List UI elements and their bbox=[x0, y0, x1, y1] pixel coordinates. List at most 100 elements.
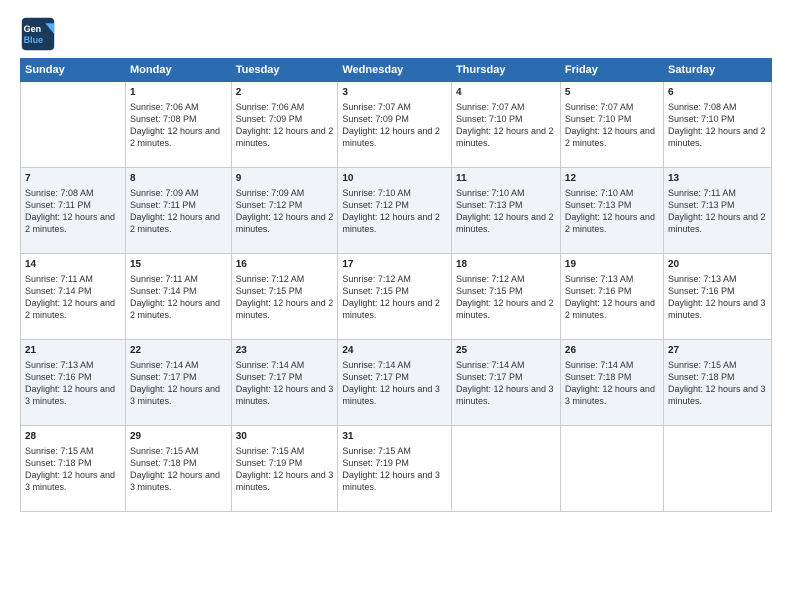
day-info: Sunrise: 7:07 AM Sunset: 7:10 PM Dayligh… bbox=[456, 101, 556, 150]
svg-text:Blue: Blue bbox=[24, 35, 44, 45]
day-info: Sunrise: 7:12 AM Sunset: 7:15 PM Dayligh… bbox=[342, 273, 447, 322]
day-info: Sunrise: 7:14 AM Sunset: 7:17 PM Dayligh… bbox=[236, 359, 334, 408]
day-number: 1 bbox=[130, 86, 227, 100]
day-number: 10 bbox=[342, 172, 447, 186]
day-number: 5 bbox=[565, 86, 659, 100]
calendar-cell: 20Sunrise: 7:13 AM Sunset: 7:16 PM Dayli… bbox=[663, 254, 771, 340]
day-number: 29 bbox=[130, 430, 227, 444]
calendar-cell: 3Sunrise: 7:07 AM Sunset: 7:09 PM Daylig… bbox=[338, 82, 452, 168]
day-number: 11 bbox=[456, 172, 556, 186]
calendar-cell: 29Sunrise: 7:15 AM Sunset: 7:18 PM Dayli… bbox=[126, 426, 232, 512]
day-info: Sunrise: 7:15 AM Sunset: 7:19 PM Dayligh… bbox=[236, 445, 334, 494]
day-number: 15 bbox=[130, 258, 227, 272]
calendar-cell: 9Sunrise: 7:09 AM Sunset: 7:12 PM Daylig… bbox=[231, 168, 338, 254]
day-number: 21 bbox=[25, 344, 121, 358]
day-number: 6 bbox=[668, 86, 767, 100]
day-number: 2 bbox=[236, 86, 334, 100]
day-info: Sunrise: 7:09 AM Sunset: 7:11 PM Dayligh… bbox=[130, 187, 227, 236]
calendar-cell: 15Sunrise: 7:11 AM Sunset: 7:14 PM Dayli… bbox=[126, 254, 232, 340]
day-info: Sunrise: 7:10 AM Sunset: 7:13 PM Dayligh… bbox=[456, 187, 556, 236]
day-info: Sunrise: 7:07 AM Sunset: 7:09 PM Dayligh… bbox=[342, 101, 447, 150]
day-info: Sunrise: 7:13 AM Sunset: 7:16 PM Dayligh… bbox=[565, 273, 659, 322]
day-info: Sunrise: 7:14 AM Sunset: 7:17 PM Dayligh… bbox=[130, 359, 227, 408]
day-number: 13 bbox=[668, 172, 767, 186]
calendar-cell: 23Sunrise: 7:14 AM Sunset: 7:17 PM Dayli… bbox=[231, 340, 338, 426]
day-number: 18 bbox=[456, 258, 556, 272]
day-info: Sunrise: 7:15 AM Sunset: 7:18 PM Dayligh… bbox=[25, 445, 121, 494]
calendar-row-2: 14 Sunrise: 7:11 AM Sunset: 7:14 PM Dayli… bbox=[21, 254, 772, 340]
calendar-cell: 25Sunrise: 7:14 AM Sunset: 7:17 PM Dayli… bbox=[451, 340, 560, 426]
calendar-cell: 22Sunrise: 7:14 AM Sunset: 7:17 PM Dayli… bbox=[126, 340, 232, 426]
day-number: 16 bbox=[236, 258, 334, 272]
calendar-cell: 7Sunrise: 7:08 AM Sunset: 7:11 PM Daylig… bbox=[21, 168, 126, 254]
calendar-cell: 6Sunrise: 7:08 AM Sunset: 7:10 PM Daylig… bbox=[663, 82, 771, 168]
calendar-cell bbox=[560, 426, 663, 512]
day-number: 17 bbox=[342, 258, 447, 272]
day-info: Sunrise: 7:10 AM Sunset: 7:12 PM Dayligh… bbox=[342, 187, 447, 236]
calendar-cell: 18Sunrise: 7:12 AM Sunset: 7:15 PM Dayli… bbox=[451, 254, 560, 340]
calendar-cell: 11Sunrise: 7:10 AM Sunset: 7:13 PM Dayli… bbox=[451, 168, 560, 254]
calendar-row-3: 21Sunrise: 7:13 AM Sunset: 7:16 PM Dayli… bbox=[21, 340, 772, 426]
day-info: Sunrise: 7:07 AM Sunset: 7:10 PM Dayligh… bbox=[565, 101, 659, 150]
weekday-header-wednesday: Wednesday bbox=[338, 59, 452, 82]
calendar-cell: 24Sunrise: 7:14 AM Sunset: 7:17 PM Dayli… bbox=[338, 340, 452, 426]
calendar-cell: 28Sunrise: 7:15 AM Sunset: 7:18 PM Dayli… bbox=[21, 426, 126, 512]
calendar-cell: 27Sunrise: 7:15 AM Sunset: 7:18 PM Dayli… bbox=[663, 340, 771, 426]
day-info: Sunrise: 7:14 AM Sunset: 7:17 PM Dayligh… bbox=[456, 359, 556, 408]
day-info: Sunrise: 7:13 AM Sunset: 7:16 PM Dayligh… bbox=[668, 273, 767, 322]
calendar-row-1: 7Sunrise: 7:08 AM Sunset: 7:11 PM Daylig… bbox=[21, 168, 772, 254]
day-number: 12 bbox=[565, 172, 659, 186]
day-info: Sunrise: 7:08 AM Sunset: 7:11 PM Dayligh… bbox=[25, 187, 121, 236]
day-number: 14 bbox=[25, 258, 121, 272]
day-info: Sunrise: 7:06 AM Sunset: 7:08 PM Dayligh… bbox=[130, 101, 227, 150]
calendar-cell: 5Sunrise: 7:07 AM Sunset: 7:10 PM Daylig… bbox=[560, 82, 663, 168]
page: Gen Blue SundayMondayTuesdayWednesdayThu… bbox=[0, 0, 792, 612]
day-number: 8 bbox=[130, 172, 227, 186]
day-number: 25 bbox=[456, 344, 556, 358]
calendar-cell: 30Sunrise: 7:15 AM Sunset: 7:19 PM Dayli… bbox=[231, 426, 338, 512]
calendar-header-row: SundayMondayTuesdayWednesdayThursdayFrid… bbox=[21, 59, 772, 82]
weekday-header-sunday: Sunday bbox=[21, 59, 126, 82]
calendar-cell: 2Sunrise: 7:06 AM Sunset: 7:09 PM Daylig… bbox=[231, 82, 338, 168]
calendar-cell: 12Sunrise: 7:10 AM Sunset: 7:13 PM Dayli… bbox=[560, 168, 663, 254]
day-number: 26 bbox=[565, 344, 659, 358]
calendar-cell bbox=[21, 82, 126, 168]
day-number: 4 bbox=[456, 86, 556, 100]
day-number: 23 bbox=[236, 344, 334, 358]
day-number: 9 bbox=[236, 172, 334, 186]
day-number: 7 bbox=[25, 172, 121, 186]
weekday-header-thursday: Thursday bbox=[451, 59, 560, 82]
calendar-cell: 8Sunrise: 7:09 AM Sunset: 7:11 PM Daylig… bbox=[126, 168, 232, 254]
day-info: Sunrise: 7:11 AM Sunset: 7:14 PM Dayligh… bbox=[130, 273, 227, 322]
day-number: 30 bbox=[236, 430, 334, 444]
calendar-row-0: 1Sunrise: 7:06 AM Sunset: 7:08 PM Daylig… bbox=[21, 82, 772, 168]
day-number: 22 bbox=[130, 344, 227, 358]
day-info: Sunrise: 7:14 AM Sunset: 7:18 PM Dayligh… bbox=[565, 359, 659, 408]
logo-icon: Gen Blue bbox=[20, 16, 56, 52]
svg-text:Gen: Gen bbox=[24, 24, 42, 34]
day-info: Sunrise: 7:12 AM Sunset: 7:15 PM Dayligh… bbox=[236, 273, 334, 322]
calendar-cell bbox=[663, 426, 771, 512]
day-info: Sunrise: 7:15 AM Sunset: 7:19 PM Dayligh… bbox=[342, 445, 447, 494]
calendar-cell: 14Sunrise: 7:11 AM Sunset: 7:14 PM Dayli… bbox=[21, 254, 126, 340]
day-info: Sunrise: 7:15 AM Sunset: 7:18 PM Dayligh… bbox=[130, 445, 227, 494]
day-number: 27 bbox=[668, 344, 767, 358]
day-info: Sunrise: 7:10 AM Sunset: 7:13 PM Dayligh… bbox=[565, 187, 659, 236]
day-info: Sunrise: 7:11 AM Sunset: 7:13 PM Dayligh… bbox=[668, 187, 767, 236]
day-info: Sunrise: 7:14 AM Sunset: 7:17 PM Dayligh… bbox=[342, 359, 447, 408]
weekday-header-tuesday: Tuesday bbox=[231, 59, 338, 82]
day-info: Sunrise: 7:08 AM Sunset: 7:10 PM Dayligh… bbox=[668, 101, 767, 150]
calendar-row-4: 28Sunrise: 7:15 AM Sunset: 7:18 PM Dayli… bbox=[21, 426, 772, 512]
calendar-cell: 31Sunrise: 7:15 AM Sunset: 7:19 PM Dayli… bbox=[338, 426, 452, 512]
calendar-cell: 16Sunrise: 7:12 AM Sunset: 7:15 PM Dayli… bbox=[231, 254, 338, 340]
calendar-table: SundayMondayTuesdayWednesdayThursdayFrid… bbox=[20, 58, 772, 512]
calendar-cell: 10Sunrise: 7:10 AM Sunset: 7:12 PM Dayli… bbox=[338, 168, 452, 254]
day-number: 28 bbox=[25, 430, 121, 444]
day-number: 31 bbox=[342, 430, 447, 444]
day-number: 3 bbox=[342, 86, 447, 100]
day-number: 24 bbox=[342, 344, 447, 358]
calendar-cell: 19Sunrise: 7:13 AM Sunset: 7:16 PM Dayli… bbox=[560, 254, 663, 340]
day-info: Sunrise: 7:09 AM Sunset: 7:12 PM Dayligh… bbox=[236, 187, 334, 236]
day-info: Sunrise: 7:12 AM Sunset: 7:15 PM Dayligh… bbox=[456, 273, 556, 322]
calendar-cell bbox=[451, 426, 560, 512]
